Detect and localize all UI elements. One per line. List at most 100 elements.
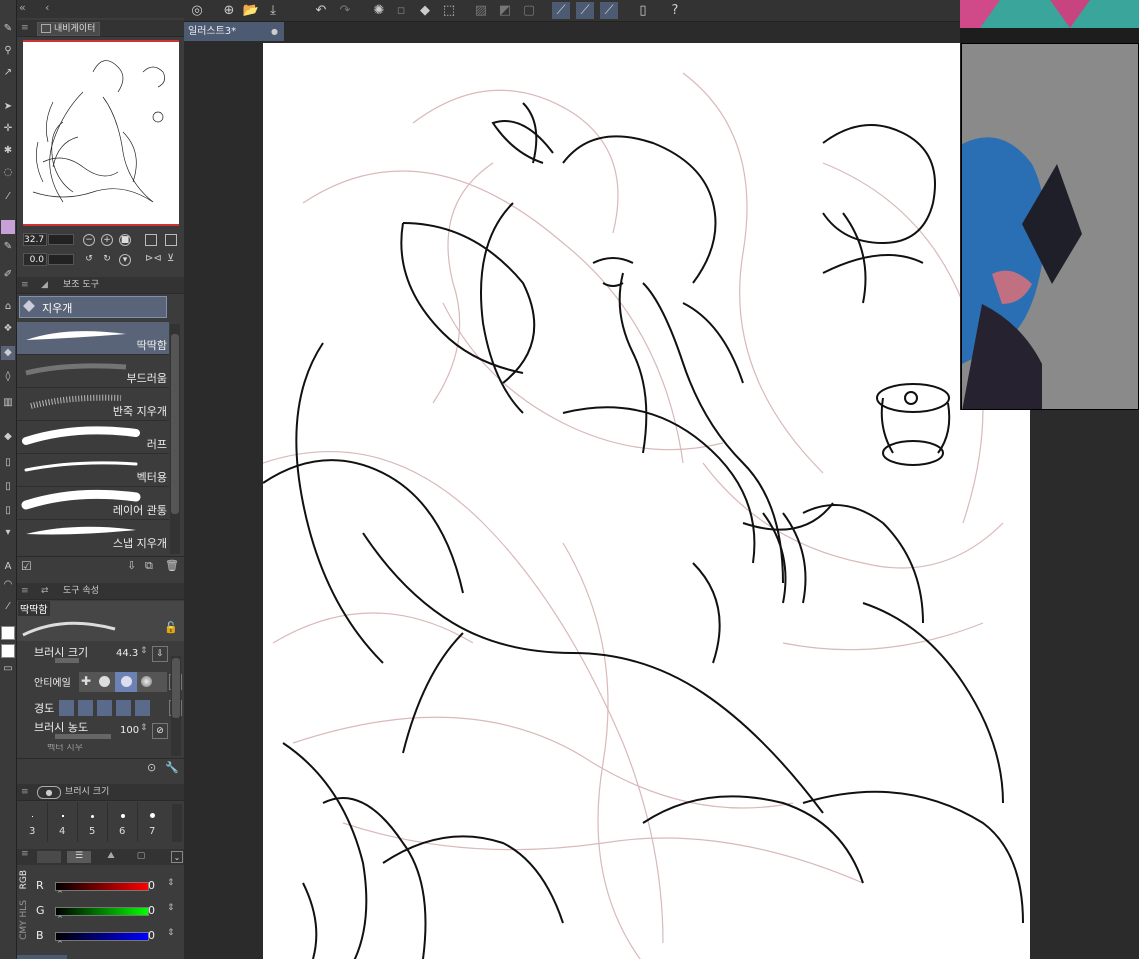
antialias-strong-icon[interactable]: [141, 676, 152, 687]
green-slider[interactable]: [55, 907, 149, 916]
sub-color-swatch[interactable]: [1, 644, 15, 658]
eyedropper-tool-icon[interactable]: ⁄: [1, 190, 15, 204]
tool-property-scrollbar[interactable]: [171, 656, 181, 756]
canvas-paper[interactable]: [263, 43, 1030, 959]
move-layer-icon[interactable]: ✛: [1, 122, 15, 136]
subtool-item-rough[interactable]: 러프: [17, 421, 169, 454]
rotate-right-icon[interactable]: ↻: [101, 254, 113, 266]
zoom-slider[interactable]: [48, 234, 74, 245]
antialias-weak-icon[interactable]: [99, 676, 110, 687]
frame-tool-icon[interactable]: ▯: [1, 480, 15, 494]
pressure-icon[interactable]: ⇩: [152, 646, 168, 662]
subtool-item-layer-through[interactable]: 레이어 관통: [17, 487, 169, 520]
frame-icon[interactable]: ▢: [520, 2, 538, 19]
document-tab[interactable]: 일러스트3* ●: [184, 22, 284, 41]
ruler-icon[interactable]: ◩: [496, 2, 514, 19]
brush-size-preset[interactable]: 6: [109, 802, 138, 842]
pen-color-icon[interactable]: [1, 220, 15, 234]
gradient-tool-icon[interactable]: ◆: [1, 430, 15, 444]
line-correct-tool-icon[interactable]: ◠: [1, 578, 15, 592]
delete-subtool-icon[interactable]: 🗑: [165, 559, 179, 572]
color-set-tab-icon[interactable]: ⛰: [99, 851, 123, 863]
move-tool-icon[interactable]: ↗: [1, 66, 15, 80]
balloon-tool-icon[interactable]: A: [1, 560, 15, 574]
red-slider[interactable]: [55, 882, 149, 891]
channel-value[interactable]: 0: [148, 929, 155, 942]
lock-icon[interactable]: 🔓: [164, 621, 178, 634]
fit-screen-icon[interactable]: [165, 234, 177, 246]
ruler-tool-icon[interactable]: ▯: [1, 504, 15, 518]
subtool-item-snap[interactable]: 스냅 지우개: [17, 520, 169, 552]
help-icon[interactable]: ?: [666, 2, 684, 19]
brush-size-preset[interactable]: 3: [19, 802, 48, 842]
undo-icon[interactable]: ↶: [312, 2, 330, 19]
panel-menu-icon[interactable]: ≡: [21, 583, 29, 599]
decoration-tool-icon[interactable]: ❖: [1, 322, 15, 336]
lasso-tool-icon[interactable]: ◌: [1, 166, 15, 180]
hardness-step[interactable]: [97, 700, 112, 716]
zoom-value[interactable]: 32.7: [23, 233, 47, 246]
scrollbar-thumb[interactable]: [172, 658, 180, 718]
subtool-item-kneaded[interactable]: 반죽 지우개: [17, 388, 169, 421]
brush-size-scrollbar[interactable]: [172, 804, 182, 842]
subtool-item-vector[interactable]: 벡터용: [17, 454, 169, 487]
brush-density-value[interactable]: 100: [120, 725, 139, 736]
chevron-down-icon[interactable]: ⌄: [171, 851, 183, 863]
hardness-step[interactable]: [59, 700, 74, 716]
loading-icon[interactable]: ✺: [370, 2, 388, 19]
unsaved-dot-icon[interactable]: ●: [271, 22, 278, 41]
redo-icon[interactable]: ↷: [336, 2, 354, 19]
operation-tool-icon[interactable]: ➤: [1, 100, 15, 114]
brush-size-value[interactable]: 44.3: [116, 648, 138, 659]
download-subtool-icon[interactable]: ⇩: [127, 559, 136, 572]
rotation-slider[interactable]: [48, 254, 74, 265]
main-color-swatch[interactable]: [1, 626, 15, 640]
correction-tool-icon[interactable]: ⁄: [1, 600, 15, 614]
panel-menu-icon[interactable]: ≡: [21, 784, 29, 800]
stepper-icon[interactable]: ⇕: [167, 903, 175, 913]
flip-horizontal-icon[interactable]: ⊳⊲: [145, 253, 162, 264]
selection-tool-icon[interactable]: ✱: [1, 144, 15, 158]
copy-subtool-icon[interactable]: ⧉: [145, 559, 153, 573]
snap-grid-icon[interactable]: ⟋: [600, 2, 618, 19]
figure-tool-icon[interactable]: ▯: [1, 456, 15, 470]
brush-size-preset[interactable]: 7: [139, 802, 167, 842]
reference-image[interactable]: [961, 43, 1139, 410]
pen-tool-icon[interactable]: ✎: [1, 22, 15, 36]
reset-rotation-icon[interactable]: ▾: [119, 254, 131, 266]
zoom-out-icon[interactable]: −: [83, 234, 95, 246]
channel-value[interactable]: 0: [148, 904, 155, 917]
panel-bottom-tab[interactable]: [17, 955, 67, 959]
pencil-tool-icon[interactable]: ✎: [1, 240, 15, 254]
hardness-selector[interactable]: [59, 700, 165, 716]
smartphone-icon[interactable]: ▯: [634, 2, 652, 19]
hardness-step[interactable]: [135, 700, 150, 716]
blue-slider[interactable]: [55, 932, 149, 941]
color-wheel-tab-icon[interactable]: [37, 851, 61, 863]
grid-icon[interactable]: ▨: [472, 2, 490, 19]
airbrush-tool-icon[interactable]: ⌂: [1, 300, 15, 314]
rotation-value[interactable]: 0.0: [23, 253, 47, 266]
flip-vertical-icon[interactable]: ⊻: [167, 253, 174, 264]
new-file-icon[interactable]: ⊕: [220, 2, 238, 19]
transparent-color-icon[interactable]: ▭: [1, 662, 15, 676]
collapse-left-icon[interactable]: ‹: [45, 1, 49, 14]
subtool-item-hard[interactable]: 딱딱함: [17, 322, 169, 355]
wrench-icon[interactable]: 🔧: [165, 761, 179, 774]
transform-icon[interactable]: ⬚: [440, 2, 458, 19]
fill-tool-icon[interactable]: ▥: [1, 396, 15, 410]
open-folder-icon[interactable]: 📂: [242, 2, 260, 19]
eraser-tool-icon[interactable]: ◆: [1, 346, 15, 360]
stepper-icon[interactable]: ⇕: [140, 646, 148, 656]
actual-size-icon[interactable]: [145, 234, 157, 246]
zoom-in-icon[interactable]: +: [101, 234, 113, 246]
app-menu-icon[interactable]: ◎: [188, 2, 206, 19]
text-tool-icon[interactable]: ▾: [1, 526, 15, 540]
stepper-icon[interactable]: ⇕: [140, 723, 148, 733]
hardness-step[interactable]: [116, 700, 131, 716]
antialias-selector[interactable]: ✚: [79, 672, 167, 692]
antialias-none-icon[interactable]: ✚: [81, 674, 91, 688]
zoom-tool-icon[interactable]: ⚲: [1, 44, 15, 58]
snap-special-icon[interactable]: ⟋: [576, 2, 594, 19]
snap-ruler-icon[interactable]: ⟋: [552, 2, 570, 19]
